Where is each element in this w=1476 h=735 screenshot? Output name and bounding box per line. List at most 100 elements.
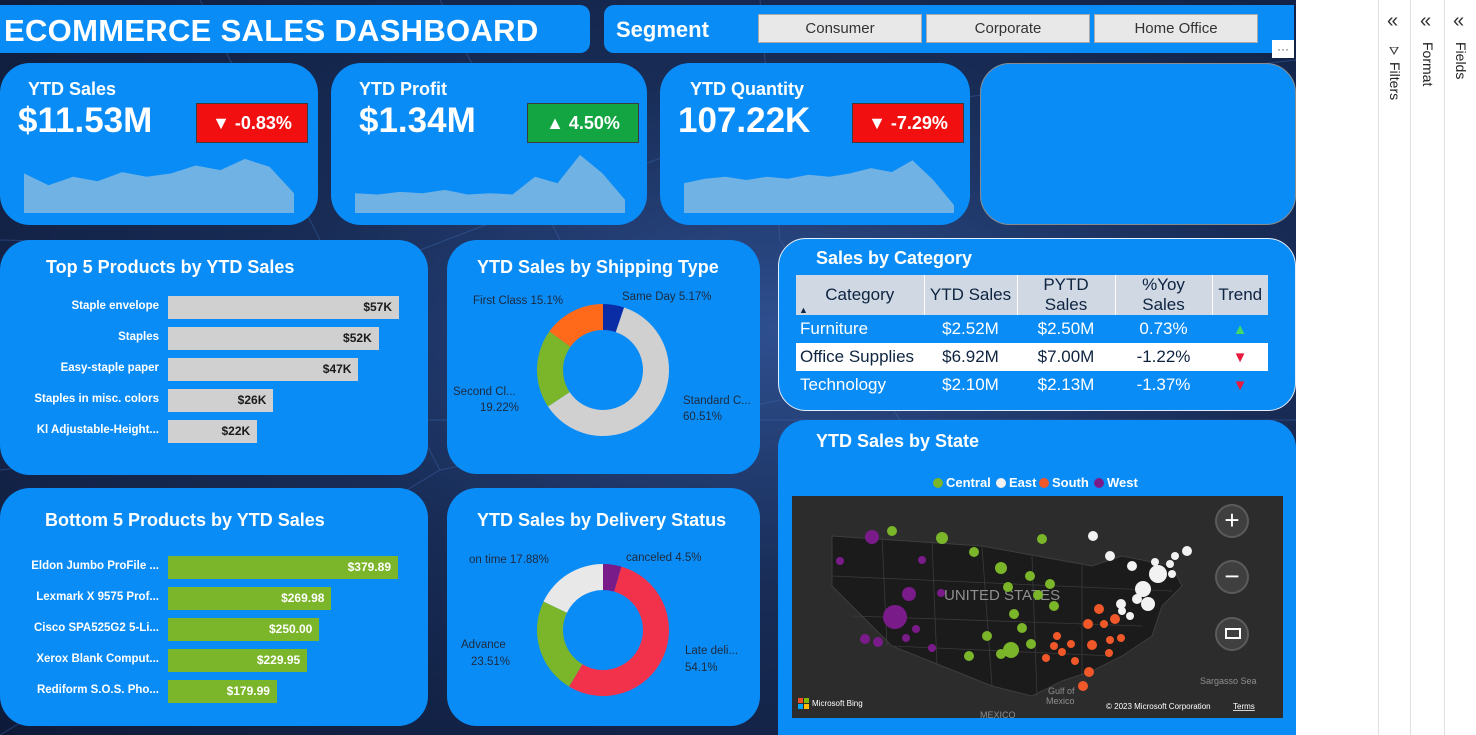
map-bubble[interactable]: [1118, 607, 1126, 615]
map-bubble[interactable]: [1126, 612, 1134, 620]
empty-selected-visual[interactable]: [980, 63, 1296, 225]
map-bubble[interactable]: [1110, 614, 1120, 624]
map-bubble[interactable]: [1037, 534, 1047, 544]
map-bubble[interactable]: [1088, 531, 1098, 541]
map-bubble[interactable]: [995, 562, 1007, 574]
map-bubble[interactable]: [1105, 551, 1115, 561]
header-yoy-sales[interactable]: %Yoy Sales: [1114, 275, 1212, 315]
select-area-icon[interactable]: [1215, 617, 1249, 651]
header-category[interactable]: Category ▲: [796, 275, 924, 315]
bar[interactable]: $229.95: [168, 649, 308, 672]
map-bubble[interactable]: [918, 556, 926, 564]
map-bubble[interactable]: [1084, 667, 1094, 677]
map-bubble[interactable]: [1009, 609, 1019, 619]
format-pane[interactable]: « Format: [1410, 0, 1444, 735]
map-bubble[interactable]: [1168, 570, 1176, 578]
fields-pane[interactable]: « Fields: [1444, 0, 1476, 735]
map-bubble[interactable]: [1127, 561, 1137, 571]
map-bubble[interactable]: [1045, 579, 1055, 589]
legend-dot-west: [1094, 478, 1104, 488]
map-bubble[interactable]: [1100, 620, 1108, 628]
map-bubble[interactable]: [1117, 634, 1125, 642]
map-terms-link[interactable]: Terms: [1233, 702, 1255, 711]
us-state-map[interactable]: UNITED STATES Gulf of Mexico Sargasso Se…: [792, 496, 1283, 718]
fields-collapse-icon[interactable]: «: [1453, 10, 1464, 33]
map-bubble[interactable]: [1083, 619, 1093, 629]
map-bubble[interactable]: [964, 651, 974, 661]
kpi-profit-title: YTD Profit: [359, 79, 447, 99]
segment-corporate-button[interactable]: Corporate: [926, 14, 1090, 43]
map-bubble[interactable]: [1025, 571, 1035, 581]
map-bubble[interactable]: [1033, 590, 1043, 600]
map-bubble[interactable]: [1049, 601, 1059, 611]
bar[interactable]: $57K: [168, 296, 399, 319]
zoom-out-icon[interactable]: −: [1215, 560, 1249, 594]
map-bubble[interactable]: [883, 605, 907, 629]
bar[interactable]: $47K: [168, 358, 359, 381]
map-bubble[interactable]: [1106, 636, 1114, 644]
bar[interactable]: $269.98: [168, 587, 332, 610]
map-bubble[interactable]: [1171, 552, 1179, 560]
map-bubble[interactable]: [1132, 594, 1142, 604]
map-bubble[interactable]: [902, 634, 910, 642]
donut-slice[interactable]: [543, 564, 603, 613]
map-bubble[interactable]: [1151, 558, 1159, 566]
bar[interactable]: $179.99: [168, 680, 277, 703]
map-bubble[interactable]: [873, 637, 883, 647]
map-bubble[interactable]: [887, 526, 897, 536]
filters-pane[interactable]: « ⛛ Filters: [1378, 0, 1410, 735]
map-graphic: UNITED STATES Gulf of Mexico Sargasso Se…: [798, 526, 1257, 718]
bar[interactable]: $379.89: [168, 556, 398, 579]
zoom-in-icon[interactable]: +: [1215, 504, 1249, 538]
map-bubble[interactable]: [1087, 640, 1097, 650]
bar[interactable]: $52K: [168, 327, 379, 350]
map-bubble[interactable]: [1050, 642, 1058, 650]
map-bubble[interactable]: [902, 587, 916, 601]
map-bubble[interactable]: [969, 547, 979, 557]
map-bubble[interactable]: [936, 532, 948, 544]
legend-east-label: East: [1009, 475, 1037, 490]
map-bubble[interactable]: [1182, 546, 1192, 556]
map-bubble[interactable]: [1105, 649, 1113, 657]
map-bubble[interactable]: [1166, 560, 1174, 568]
table-row[interactable]: Furniture $2.52M $2.50M 0.73% ▲: [796, 315, 1268, 343]
map-bubble[interactable]: [1078, 681, 1088, 691]
map-bubble[interactable]: [996, 649, 1006, 659]
bar[interactable]: $26K: [168, 389, 274, 412]
map-bubble[interactable]: [928, 644, 936, 652]
bar-value-label: $229.95: [256, 653, 301, 667]
map-bubble[interactable]: [1053, 632, 1061, 640]
header-trend[interactable]: Trend: [1211, 275, 1268, 315]
bar[interactable]: $250.00: [168, 618, 320, 641]
map-bubble[interactable]: [982, 631, 992, 641]
map-bubble[interactable]: [1067, 640, 1075, 648]
map-bubble[interactable]: [1149, 565, 1167, 583]
segment-consumer-button[interactable]: Consumer: [758, 14, 922, 43]
map-bubble[interactable]: [1003, 582, 1013, 592]
donut-slice[interactable]: [537, 601, 583, 687]
map-bubble[interactable]: [865, 530, 879, 544]
bar[interactable]: $22K: [168, 420, 258, 443]
map-bubble[interactable]: [937, 589, 945, 597]
segment-home-office-button[interactable]: Home Office: [1094, 14, 1258, 43]
map-bubble[interactable]: [1071, 657, 1079, 665]
map-bubble[interactable]: [1017, 623, 1027, 633]
header-ytd-sales[interactable]: YTD Sales: [923, 275, 1017, 315]
map-bubble[interactable]: [1026, 639, 1036, 649]
more-options-button[interactable]: ···: [1272, 40, 1294, 58]
map-bubble[interactable]: [1058, 648, 1066, 656]
map-bubble[interactable]: [912, 625, 920, 633]
map-bubble[interactable]: [836, 557, 844, 565]
header-pytd-sales[interactable]: PYTD Sales: [1016, 275, 1115, 315]
filters-collapse-icon[interactable]: «: [1387, 10, 1398, 33]
table-row[interactable]: Technology $2.10M $2.13M -1.37% ▼: [796, 371, 1268, 399]
map-bubble[interactable]: [1094, 604, 1104, 614]
cell-pytd: $7.00M: [1017, 343, 1115, 371]
table-row[interactable]: Office Supplies $6.92M $7.00M -1.22% ▼: [796, 343, 1268, 371]
map-bubble[interactable]: [1141, 597, 1155, 611]
legend-south-label: South: [1052, 475, 1089, 490]
format-collapse-icon[interactable]: «: [1420, 10, 1431, 33]
legend-dot-central: [933, 478, 943, 488]
map-bubble[interactable]: [1042, 654, 1050, 662]
map-bubble[interactable]: [860, 634, 870, 644]
